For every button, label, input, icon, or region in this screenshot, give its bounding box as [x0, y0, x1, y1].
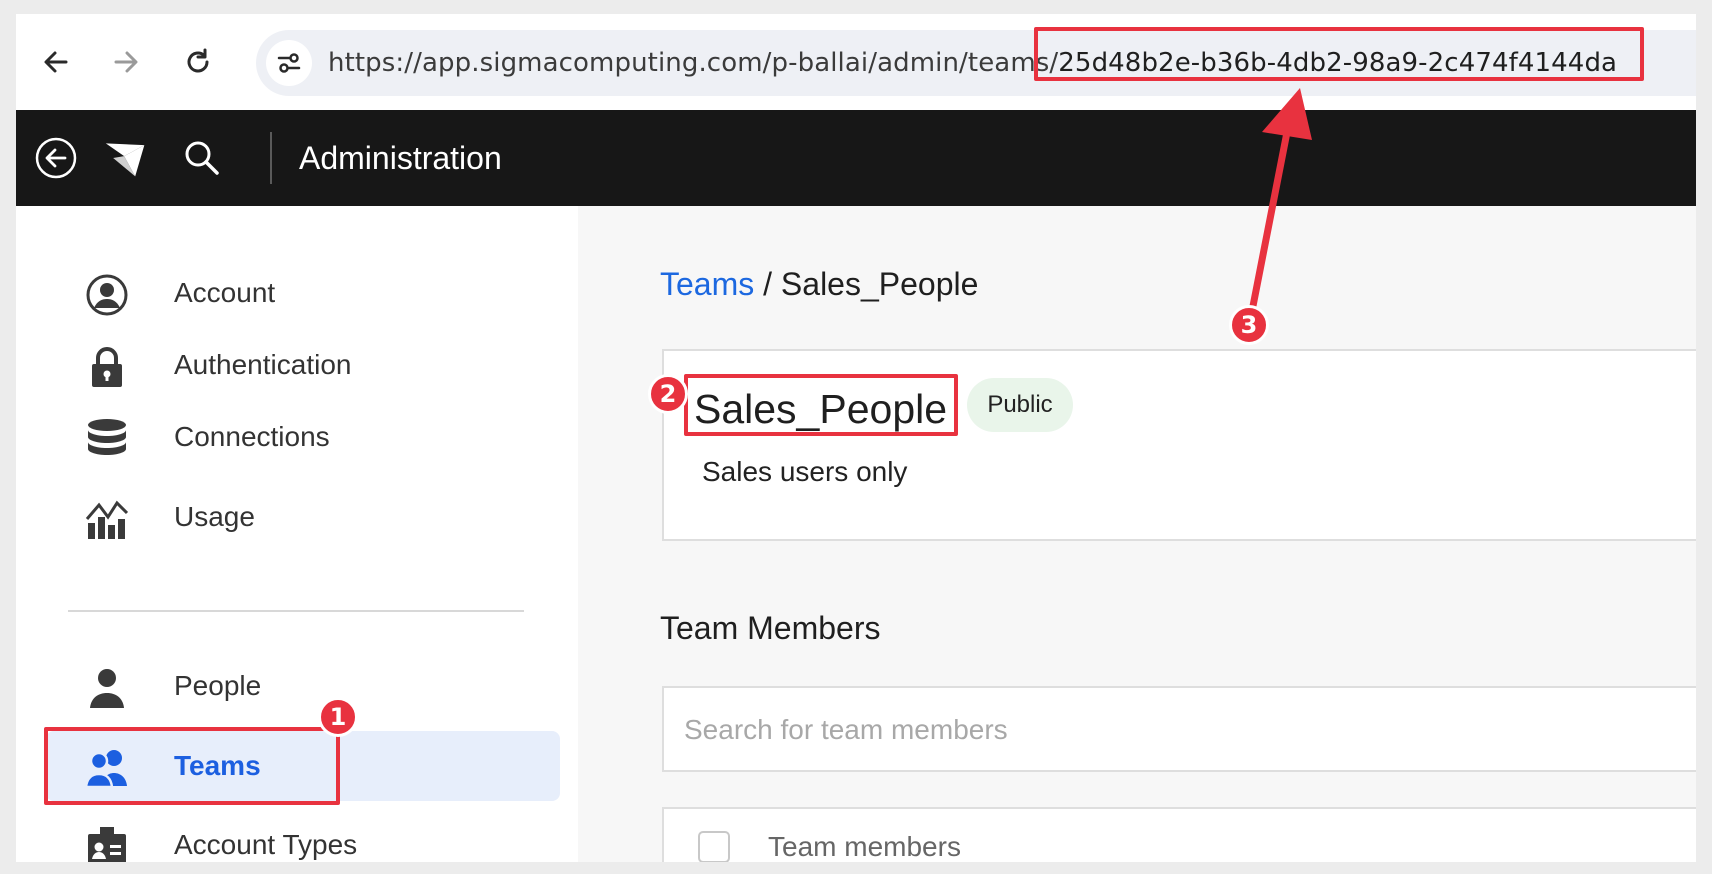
sidebar-item-usage[interactable]: Usage — [46, 482, 560, 552]
usage-chart-icon — [84, 496, 130, 542]
lock-icon — [84, 344, 130, 390]
team-members-heading: Team Members — [660, 610, 881, 646]
member-search-input[interactable] — [682, 688, 1686, 772]
breadcrumb-separator: / — [754, 266, 781, 302]
back-circle-icon[interactable] — [34, 136, 78, 180]
database-icon — [84, 416, 130, 462]
sidebar-item-authentication[interactable]: Authentication — [46, 330, 560, 400]
teams-highlight-box — [44, 727, 340, 805]
select-all-checkbox[interactable] — [698, 831, 730, 862]
page-title: Administration — [299, 140, 502, 176]
sidebar-divider — [68, 610, 524, 612]
step-marker-1: 1 — [318, 697, 358, 737]
step-marker-2: 2 — [648, 374, 688, 414]
members-table: Team members — [662, 807, 1696, 862]
team-name-highlight-box — [684, 374, 958, 436]
header-divider — [270, 132, 272, 184]
breadcrumb-current: Sales_People — [780, 266, 979, 302]
sidebar-item-label: Authentication — [174, 349, 352, 380]
sidebar-item-connections[interactable]: Connections — [46, 402, 560, 472]
breadcrumb: Teams / Sales_People — [660, 266, 978, 303]
breadcrumb-teams-link[interactable]: Teams — [660, 266, 754, 302]
sidebar-item-label: Connections — [174, 421, 330, 452]
app-header: Administration — [16, 110, 1696, 206]
sidebar-item-label: Account Types — [174, 829, 358, 860]
sidebar-item-label: People — [174, 670, 262, 701]
url-prefix: https://app.sigmacomputing.com/p-ballai/… — [328, 48, 1059, 78]
main-content: Teams / Sales_People Sales_People Public… — [578, 206, 1696, 862]
sidebar-item-people[interactable]: People — [46, 651, 560, 721]
search-icon[interactable] — [180, 136, 224, 180]
browser-window: https://app.sigmacomputing.com/p-ballai/… — [16, 14, 1696, 862]
forward-arrow-icon[interactable] — [106, 42, 146, 82]
sidebar-item-account-types[interactable]: Account Types — [46, 810, 560, 862]
member-search-box — [662, 686, 1696, 772]
sidebar: Account Authentication Connections Usage — [16, 206, 578, 862]
visibility-badge: Public — [967, 378, 1073, 432]
sidebar-item-label: Usage — [174, 501, 255, 532]
sidebar-item-label: Account — [174, 277, 276, 308]
user-circle-icon — [84, 272, 130, 318]
badge-id-icon — [84, 824, 130, 862]
sigma-logo-icon[interactable] — [104, 136, 148, 180]
team-description: Sales users only — [702, 456, 908, 487]
sidebar-item-account[interactable]: Account — [46, 258, 560, 328]
column-header-team-members[interactable]: Team members — [768, 831, 961, 862]
site-settings-icon[interactable] — [266, 40, 312, 86]
step-marker-3: 3 — [1229, 305, 1269, 345]
back-arrow-icon[interactable] — [36, 42, 76, 82]
reload-icon[interactable] — [178, 42, 218, 82]
url-id-highlight-box — [1034, 27, 1644, 81]
person-icon — [84, 665, 130, 711]
